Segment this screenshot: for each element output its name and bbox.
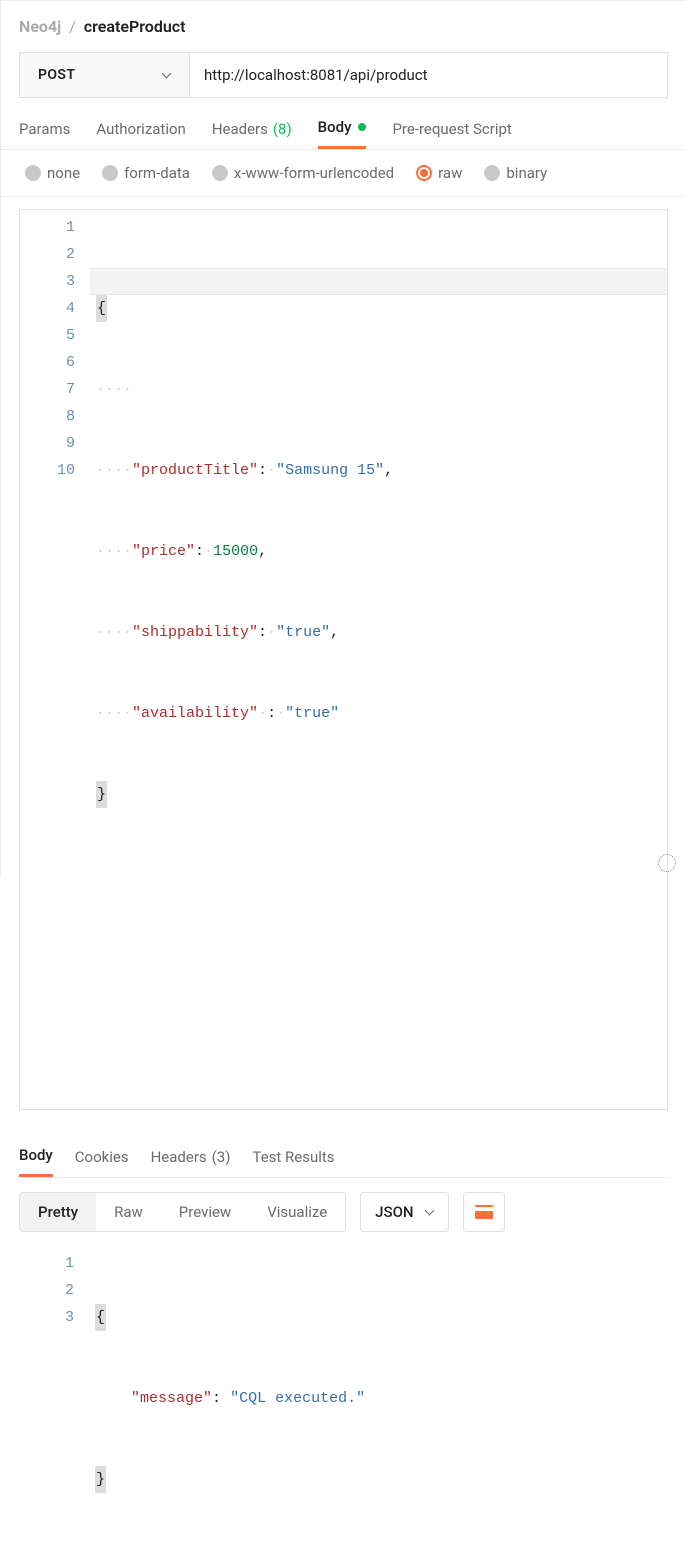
- chevron-down-icon: [161, 70, 171, 80]
- radio-icon: [212, 165, 228, 181]
- body-type-form-label: form-data: [124, 164, 190, 182]
- body-type-raw-label: raw: [438, 164, 462, 182]
- view-raw-button[interactable]: Raw: [96, 1193, 161, 1231]
- response-tab-cookies[interactable]: Cookies: [75, 1138, 129, 1177]
- tab-headers-count: (8): [273, 120, 292, 138]
- request-editor-code[interactable]: { ···· ····"productTitle":·"Samsung 15",…: [90, 210, 667, 1109]
- response-toolbar: Pretty Raw Preview Visualize JSON: [19, 1178, 668, 1242]
- breadcrumb-parent[interactable]: Neo4j: [19, 17, 61, 36]
- tab-authorization[interactable]: Authorization: [96, 118, 185, 149]
- http-method-select[interactable]: POST: [20, 53, 190, 97]
- view-visualize-button[interactable]: Visualize: [249, 1193, 345, 1231]
- response-body-editor[interactable]: 1 2 3 { "message": "CQL executed." }: [19, 1242, 668, 1551]
- radio-icon: [484, 165, 500, 181]
- view-preview-button[interactable]: Preview: [161, 1193, 249, 1231]
- body-type-urlenc-label: x-www-form-urlencoded: [234, 164, 394, 182]
- tab-headers-label: Headers: [212, 120, 268, 138]
- http-method-value: POST: [38, 67, 75, 83]
- response-editor-gutter: 1 2 3: [19, 1246, 89, 1551]
- chevron-down-icon: [424, 1207, 434, 1217]
- radio-icon: [416, 165, 432, 181]
- response-section: Body Cookies Headers (3) Test Results Pr…: [1, 1138, 686, 1551]
- tab-headers[interactable]: Headers (8): [212, 118, 292, 149]
- unsaved-dot-icon: [358, 123, 366, 131]
- response-tabs: Body Cookies Headers (3) Test Results: [19, 1138, 668, 1178]
- radio-icon: [102, 165, 118, 181]
- wrap-lines-button[interactable]: [463, 1192, 505, 1232]
- body-type-row: none form-data x-www-form-urlencoded raw…: [1, 150, 686, 197]
- response-editor-code[interactable]: { "message": "CQL executed." }: [89, 1246, 668, 1551]
- response-tab-testresults[interactable]: Test Results: [252, 1138, 334, 1177]
- radio-icon: [25, 165, 41, 181]
- response-view-group: Pretty Raw Preview Visualize: [19, 1192, 346, 1232]
- body-type-none-label: none: [47, 164, 80, 182]
- view-pretty-button[interactable]: Pretty: [20, 1193, 96, 1231]
- tab-body[interactable]: Body: [318, 118, 367, 149]
- response-tab-body[interactable]: Body: [19, 1138, 53, 1177]
- request-bar: POST http://localhost:8081/api/product: [19, 52, 668, 98]
- tab-params[interactable]: Params: [19, 118, 70, 149]
- request-body-editor[interactable]: 1 2 3 4 5 6 7 8 9 10 { ···· ····"product…: [19, 209, 668, 1110]
- body-type-binary-label: binary: [506, 164, 547, 182]
- body-type-binary[interactable]: binary: [484, 164, 547, 182]
- response-tab-headers-count: (3): [212, 1148, 231, 1166]
- breadcrumb-separator: /: [69, 17, 76, 36]
- body-type-none[interactable]: none: [25, 164, 80, 182]
- body-type-form-data[interactable]: form-data: [102, 164, 190, 182]
- body-type-urlencoded[interactable]: x-www-form-urlencoded: [212, 164, 394, 182]
- response-lang-select[interactable]: JSON: [360, 1192, 448, 1232]
- response-tab-headers-label: Headers: [151, 1148, 207, 1166]
- response-lang-value: JSON: [375, 1203, 413, 1221]
- request-url-input[interactable]: http://localhost:8081/api/product: [190, 53, 667, 97]
- breadcrumb-current: createProduct: [84, 17, 186, 36]
- tab-prerequest-script[interactable]: Pre-request Script: [392, 118, 511, 149]
- request-editor-gutter: 1 2 3 4 5 6 7 8 9 10: [20, 210, 90, 1109]
- tab-body-label: Body: [318, 118, 352, 136]
- request-tabs: Params Authorization Headers (8) Body Pr…: [1, 104, 686, 150]
- wrap-lines-icon: [475, 1205, 493, 1219]
- body-type-raw[interactable]: raw: [416, 164, 462, 182]
- response-tab-headers[interactable]: Headers (3): [151, 1138, 231, 1177]
- breadcrumb: Neo4j / createProduct: [1, 1, 686, 52]
